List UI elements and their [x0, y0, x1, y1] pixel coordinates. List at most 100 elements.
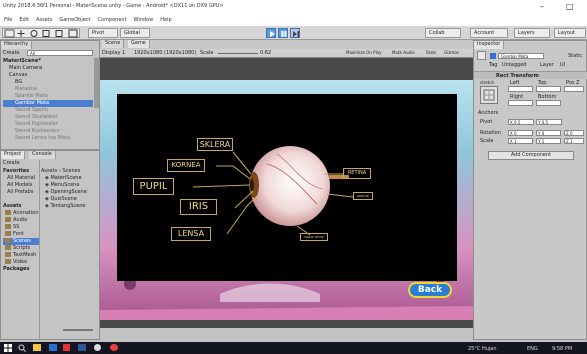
bottom-field[interactable]: [536, 100, 561, 106]
layer-dropdown[interactable]: UI: [560, 62, 565, 68]
collab-button[interactable]: Collab: [425, 28, 461, 38]
favorites-header[interactable]: Favorites: [3, 168, 29, 175]
active-checkbox[interactable]: [490, 53, 496, 59]
favorite-item[interactable]: All Material: [7, 175, 35, 182]
layers-dropdown[interactable]: Layers: [514, 28, 550, 38]
rotation-y-field[interactable]: Y 0: [536, 130, 561, 136]
console-tab[interactable]: Console: [29, 151, 56, 159]
hierarchy-tab[interactable]: Hierarchy: [1, 41, 33, 49]
top-field[interactable]: [536, 86, 561, 92]
pivot-x-field[interactable]: X 0.5: [508, 119, 534, 125]
pivot-toggle[interactable]: Pivot: [88, 28, 118, 38]
anchors-foldout[interactable]: Anchors: [478, 110, 498, 116]
icon-size-slider[interactable]: [63, 329, 93, 331]
folder-item[interactable]: Video: [5, 259, 27, 266]
search-icon[interactable]: [18, 344, 26, 352]
static-toggle[interactable]: Static: [568, 53, 582, 59]
menu-edit[interactable]: Edit: [19, 17, 29, 23]
gizmos-dropdown[interactable]: Gizmos: [444, 50, 459, 55]
hierarchy-scrollbar[interactable]: [94, 58, 99, 108]
unity-icon[interactable]: [94, 344, 101, 351]
hierarchy-item[interactable]: Sword Skullweler: [15, 114, 58, 121]
menu-window[interactable]: Window: [134, 17, 154, 23]
display-dropdown[interactable]: Display 1: [102, 50, 125, 56]
hierarchy-item[interactable]: Sword Kuslwerers: [15, 128, 59, 135]
account-dropdown[interactable]: Account: [470, 28, 508, 38]
object-name-field[interactable]: Gambar Mata: [498, 53, 544, 59]
rotation-z-field[interactable]: Z 0: [564, 130, 584, 136]
aspect-dropdown[interactable]: 1920x1080 (1920x1080): [134, 50, 196, 56]
hierarchy-item[interactable]: Canvas: [9, 72, 27, 79]
weather-widget[interactable]: 25°C Hujan: [468, 346, 497, 352]
maximize-on-play-toggle[interactable]: Maximize On Play: [346, 50, 382, 55]
minimize-icon[interactable]: –: [540, 2, 544, 11]
scene-root[interactable]: MateriScene*: [3, 58, 93, 65]
hierarchy-item[interactable]: Matadua: [15, 86, 37, 93]
transform-tools[interactable]: [2, 28, 80, 38]
scene-tab[interactable]: Scene: [102, 40, 125, 48]
menu-component[interactable]: Component: [98, 17, 127, 23]
packages-header[interactable]: Packages: [3, 266, 30, 273]
hierarchy-item-selected[interactable]: Gambar Mata: [3, 100, 93, 107]
mute-audio-toggle[interactable]: Mute Audio: [392, 50, 415, 55]
favorite-item[interactable]: All Prefabs: [7, 189, 33, 196]
clock[interactable]: 9:58 PM: [552, 346, 572, 352]
rotation-x-field[interactable]: X 0: [508, 130, 533, 136]
play-button[interactable]: [266, 28, 276, 38]
game-tab[interactable]: Game: [128, 40, 150, 48]
left-field[interactable]: [508, 86, 533, 92]
menu-assets[interactable]: Assets: [36, 17, 52, 23]
maximize-icon[interactable]: □: [566, 2, 574, 11]
rect-transform-header[interactable]: Rect Transform: [474, 71, 587, 79]
language-indicator[interactable]: ENG: [527, 346, 538, 352]
assets-header[interactable]: Assets: [3, 203, 22, 210]
project-create-button[interactable]: Create: [3, 160, 20, 166]
folder-item[interactable]: Font: [5, 231, 24, 238]
scale-z-field[interactable]: Z 1: [564, 138, 584, 144]
folder-item[interactable]: Animation: [5, 210, 39, 217]
scene-file[interactable]: ◈ TentangScene: [45, 203, 86, 210]
folder-item[interactable]: TextMesh: [5, 252, 36, 259]
inspector-tab[interactable]: Inspector: [474, 41, 505, 49]
hierarchy-create-button[interactable]: Create: [3, 50, 20, 56]
breadcrumb-assets[interactable]: Assets: [41, 168, 57, 174]
project-tab[interactable]: Project: [1, 151, 26, 159]
menu-file[interactable]: File: [4, 17, 12, 23]
menu-gameobject[interactable]: GameObject: [59, 17, 90, 23]
step-button[interactable]: [290, 28, 300, 38]
menu-help[interactable]: Help: [160, 17, 171, 23]
scene-file[interactable]: ◈ MateriScene: [45, 175, 82, 182]
file-explorer-icon[interactable]: [33, 344, 41, 351]
folder-item[interactable]: Scripts: [5, 245, 30, 252]
folder-item-selected[interactable]: Scenes: [3, 238, 39, 245]
hierarchy-search-input[interactable]: All: [27, 50, 93, 56]
hierarchy-item[interactable]: Main Camera: [9, 65, 42, 72]
chrome-icon[interactable]: [110, 344, 118, 351]
scene-file[interactable]: ◈ MenuScene: [45, 182, 79, 189]
global-toggle[interactable]: Global: [120, 28, 150, 38]
back-button[interactable]: Back: [408, 282, 452, 298]
anchor-preset-button[interactable]: [480, 86, 498, 104]
browser-icon[interactable]: [49, 344, 57, 351]
right-field[interactable]: [508, 100, 533, 106]
posz-field[interactable]: [564, 86, 584, 92]
scene-file[interactable]: ◈ QuizScene: [45, 196, 77, 203]
scale-slider[interactable]: [218, 53, 258, 54]
scene-file[interactable]: ◈ OpeningScene: [45, 189, 87, 196]
word-icon[interactable]: [78, 344, 86, 351]
hierarchy-item[interactable]: Sword Pupilweler: [15, 121, 58, 128]
scale-y-field[interactable]: Y 1: [536, 138, 561, 144]
stats-toggle[interactable]: Stats: [426, 50, 436, 55]
scale-x-field[interactable]: X 1: [508, 138, 533, 144]
hierarchy-item[interactable]: Sword Lensa Ina Mata: [15, 135, 70, 142]
pause-button[interactable]: [278, 28, 288, 38]
favorite-item[interactable]: All Models: [7, 182, 32, 189]
folder-item[interactable]: SS: [5, 224, 19, 231]
tag-dropdown[interactable]: Untagged: [502, 62, 526, 68]
pivot-y-field[interactable]: Y 0.5: [536, 119, 562, 125]
hierarchy-item[interactable]: Sword Sperlu: [15, 107, 48, 114]
layout-dropdown[interactable]: Layout: [554, 28, 586, 38]
folder-item[interactable]: Audio: [5, 217, 27, 224]
hierarchy-item[interactable]: Sparkle Mata: [15, 93, 48, 100]
breadcrumb-scenes[interactable]: Scenes: [62, 168, 80, 174]
